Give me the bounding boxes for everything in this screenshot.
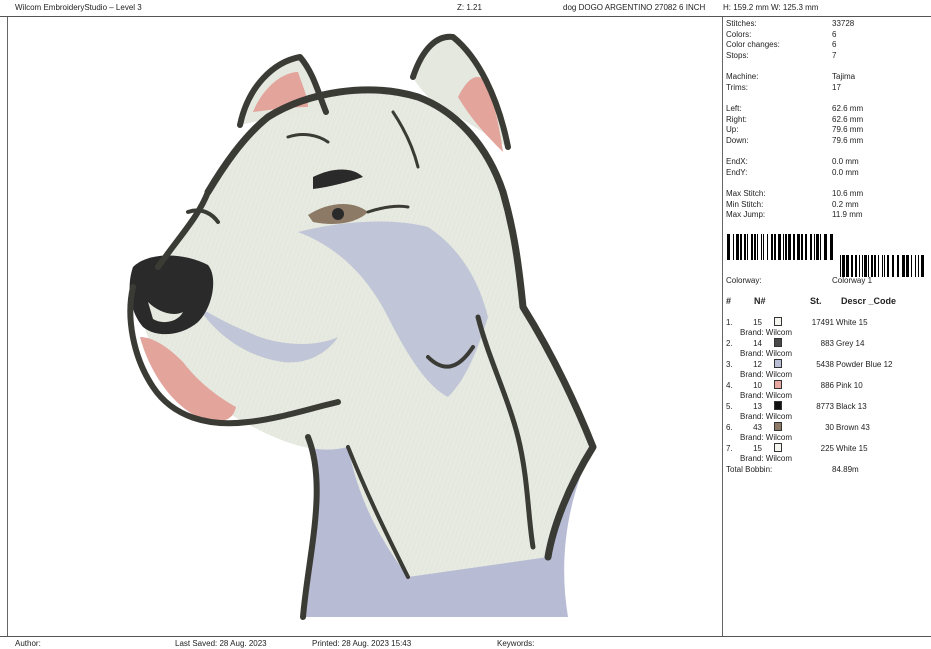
total-bobbin-label: Total Bobbin: [726, 465, 773, 474]
zoom-level: Z: 1.21 [457, 3, 482, 12]
row-index: 3. [726, 360, 733, 369]
stat-left: Left: 62.6 mm [726, 104, 864, 113]
row-brand: Brand: Wilcom [740, 328, 793, 337]
color-row: 1. 15 17491 White 15 Brand: Wilcom [726, 317, 931, 339]
color-swatch [774, 422, 782, 431]
row-needle: 12 [753, 360, 762, 369]
stat-endy: EndY: 0.0 mm [726, 168, 859, 177]
header-bar: Wilcom EmbroideryStudio – Level 3 Z: 1.2… [0, 0, 931, 17]
color-swatch [774, 443, 782, 452]
col-num: # [726, 296, 732, 306]
stat-down: Down: 79.6 mm [726, 136, 864, 145]
footer-author: Author: [15, 639, 41, 648]
color-table-header: # N# St. Descr _Code [726, 296, 931, 308]
row-brand: Brand: Wilcom [740, 412, 793, 421]
color-row: 7. 15 225 White 15 Brand: Wilcom [726, 443, 931, 465]
row-description: White 15 [836, 318, 868, 327]
row-index: 2. [726, 339, 733, 348]
row-needle: 15 [753, 318, 762, 327]
stat-min-stitch: Min Stitch: 0.2 mm [726, 200, 859, 209]
design-size: H: 159.2 mm W: 125.3 mm [723, 3, 819, 12]
footer-bar: Author: Last Saved: 28 Aug. 2023 Printed… [0, 636, 931, 649]
row-brand: Brand: Wilcom [740, 349, 793, 358]
col-desc: Descr _Code [841, 296, 897, 306]
design-name: dog DOGO ARGENTINO 27082 6 INCH [563, 3, 706, 12]
app-title: Wilcom EmbroideryStudio – Level 3 [15, 3, 142, 12]
color-swatch [774, 359, 782, 368]
stat-right: Right: 62.6 mm [726, 115, 864, 124]
barcode-left [727, 234, 837, 260]
color-swatch [774, 380, 782, 389]
stat-endx: EndX: 0.0 mm [726, 157, 859, 166]
row-stitches: 8773 [816, 402, 834, 411]
design-info-panel: Stitches: 33728 Colors: 6 Color changes: 6 … [724, 17, 931, 636]
color-row: 2. 14 883 Grey 14 Brand: Wilcom [726, 338, 931, 360]
row-index: 1. [726, 318, 733, 327]
row-description: Powder Blue 12 [836, 360, 893, 369]
row-stitches: 5438 [816, 360, 834, 369]
colorway-label: Colorway: [726, 276, 762, 285]
col-n: N# [754, 296, 766, 306]
total-bobbin: Total Bobbin: 84.89m [726, 465, 926, 475]
stat-colors: Colors: 6 [726, 30, 837, 39]
row-stitches: 883 [820, 339, 834, 348]
color-row: 4. 10 886 Pink 10 Brand: Wilcom [726, 380, 931, 402]
stat-up: Up: 79.6 mm [726, 125, 864, 134]
stat-stitches: Stitches: 33728 [726, 19, 855, 28]
row-index: 6. [726, 423, 733, 432]
barcode-right [840, 255, 924, 277]
row-stitches: 17491 [811, 318, 834, 327]
row-needle: 43 [753, 423, 762, 432]
row-description: Pink 10 [836, 381, 863, 390]
row-brand: Brand: Wilcom [740, 454, 793, 463]
color-swatch [774, 401, 782, 410]
footer-printed: Printed: 28 Aug. 2023 15:43 [312, 639, 412, 648]
footer-keywords: Keywords: [497, 639, 535, 648]
stat-machine: Machine: Tajima [726, 72, 856, 81]
row-description: Brown 43 [836, 423, 870, 432]
row-brand: Brand: Wilcom [740, 433, 793, 442]
row-index: 5. [726, 402, 733, 411]
stat-color-changes: Color changes: 6 [726, 40, 837, 49]
total-bobbin-value: 84.89m [832, 465, 859, 474]
col-stitches: St. [810, 296, 822, 306]
footer-last-saved: Last Saved: 28 Aug. 2023 [175, 639, 267, 648]
row-stitches: 886 [820, 381, 834, 390]
color-row: 5. 13 8773 Black 13 Brand: Wilcom [726, 401, 931, 423]
embroidery-dog-image [127, 33, 597, 620]
barcode-bar [921, 255, 924, 277]
barcode-bar [833, 234, 836, 260]
colorway-row: Colorway: Colorway 1 [726, 276, 926, 286]
color-swatch [774, 317, 782, 326]
stat-max-stitch: Max Stitch: 10.6 mm [726, 189, 864, 198]
row-needle: 14 [753, 339, 762, 348]
stat-max-jump: Max Jump: 11.9 mm [726, 210, 863, 219]
design-canvas[interactable] [7, 17, 723, 636]
row-brand: Brand: Wilcom [740, 391, 793, 400]
row-needle: 15 [753, 444, 762, 453]
color-swatch [774, 338, 782, 347]
row-stitches: 30 [825, 423, 834, 432]
color-row: 6. 43 30 Brown 43 Brand: Wilcom [726, 422, 931, 444]
row-index: 4. [726, 381, 733, 390]
stat-trims: Trims: 17 [726, 83, 841, 92]
colorway-value: Colorway 1 [832, 276, 873, 285]
row-description: Black 13 [836, 402, 867, 411]
color-row: 3. 12 5438 Powder Blue 12 Brand: Wilcom [726, 359, 931, 381]
stat-stops: Stops: 7 [726, 51, 837, 60]
row-description: White 15 [836, 444, 868, 453]
row-stitches: 225 [820, 444, 834, 453]
row-needle: 13 [753, 402, 762, 411]
row-needle: 10 [753, 381, 762, 390]
row-brand: Brand: Wilcom [740, 370, 793, 379]
row-index: 7. [726, 444, 733, 453]
row-description: Grey 14 [836, 339, 865, 348]
